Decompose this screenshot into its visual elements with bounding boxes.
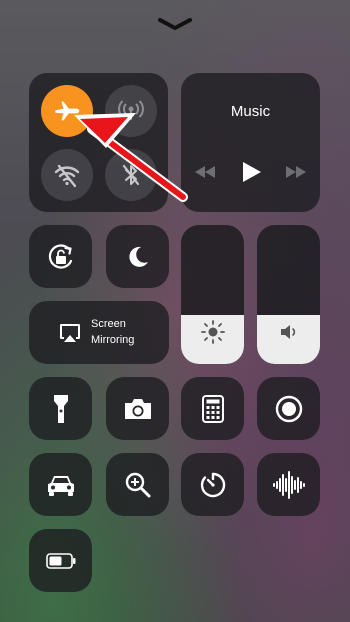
annotation-arrow (74, 113, 188, 202)
